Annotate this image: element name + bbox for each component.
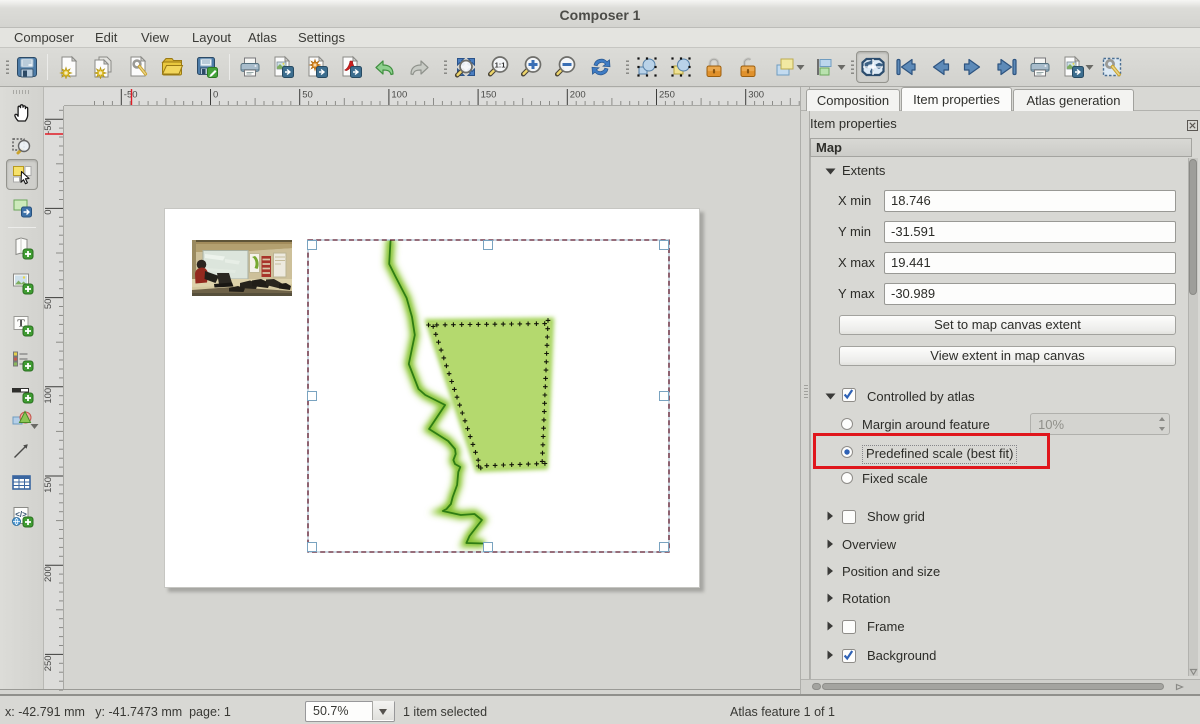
svg-text:0: 0 (213, 90, 218, 101)
svg-text:1:1: 1:1 (495, 60, 506, 69)
svg-text:-50: -50 (124, 90, 138, 101)
svg-text:250: 250 (44, 655, 54, 671)
svg-text:200: 200 (44, 566, 54, 582)
svg-text:50: 50 (44, 299, 54, 310)
svg-text:200: 200 (570, 90, 586, 101)
svg-text:300: 300 (748, 90, 764, 101)
svg-text:-50: -50 (44, 120, 54, 134)
svg-text:250: 250 (659, 90, 675, 101)
svg-text:100: 100 (44, 388, 54, 404)
svg-text:50: 50 (302, 90, 313, 101)
svg-text:100: 100 (391, 90, 407, 101)
svg-text:150: 150 (481, 90, 497, 101)
svg-text:150: 150 (44, 477, 54, 493)
svg-text:0: 0 (44, 209, 54, 214)
